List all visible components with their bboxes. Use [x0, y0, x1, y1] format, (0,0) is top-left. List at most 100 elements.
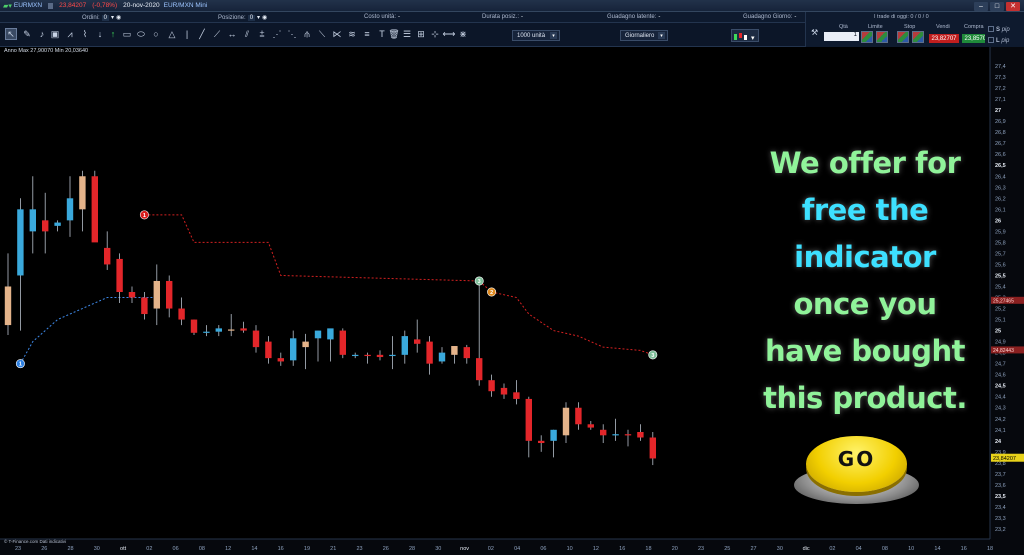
trash-icon[interactable]: 🗑: [388, 28, 400, 40]
indicator-icon[interactable]: ⌇: [79, 28, 91, 40]
position-info-row: Ordini: 0 ▾ ◉ Posizione: 0 ▾ ◉ Costo unità: - D…: [0, 12, 805, 23]
text-icon[interactable]: T: [376, 28, 388, 40]
stop-sell-button[interactable]: [912, 31, 924, 43]
period-dropdown[interactable]: Giornaliero ▾: [620, 30, 668, 41]
pen-icon[interactable]: ✎: [21, 28, 33, 40]
candle-body: [17, 209, 24, 276]
sell-arrow-icon[interactable]: ↓: [94, 28, 106, 40]
unit-cost-label: Costo unità:: [364, 14, 397, 20]
l-checkbox[interactable]: [988, 37, 994, 43]
position-dropdown-icon[interactable]: ▾: [257, 15, 260, 21]
candle-body: [376, 354, 384, 358]
crosshair-icon[interactable]: ⊹: [429, 28, 441, 40]
trendline-icon[interactable]: ╱: [196, 28, 208, 40]
screenshot-icon[interactable]: ▣: [49, 28, 61, 40]
instrument-name: EUR/MXN Mini: [163, 2, 208, 9]
x-tick-label: 23: [698, 546, 704, 552]
circle-icon[interactable]: ○: [150, 28, 162, 40]
stop-buy-button[interactable]: [897, 31, 909, 43]
day-gain-label: Guadagno Giorno:: [743, 14, 793, 20]
vertical-line-icon[interactable]: |: [181, 28, 193, 40]
s-checkbox[interactable]: [988, 26, 994, 32]
signal-marker-label: 1: [19, 362, 22, 368]
orders-dropdown-icon[interactable]: ▾: [111, 15, 114, 21]
gann-icon[interactable]: ⋱: [286, 28, 298, 40]
candle-body: [463, 347, 470, 359]
chart-lines-icon[interactable]: ⩘: [64, 28, 76, 40]
y-tick-label: 27,3: [995, 75, 1006, 81]
s-pip-row[interactable]: S pip: [988, 26, 1010, 33]
y-tick-label: 23,3: [995, 516, 1006, 522]
svg-text:▾: ▾: [751, 35, 755, 42]
x-tick-label: 28: [409, 546, 415, 552]
symbol-label[interactable]: EURMXN: [14, 2, 42, 9]
x-tick-label: 04: [856, 546, 862, 552]
x-tick-label: 10: [908, 546, 914, 552]
measure-icon[interactable]: ⟷: [443, 28, 456, 40]
minimize-icon[interactable]: –: [974, 1, 988, 11]
y-tick-label: 25,5: [995, 273, 1006, 279]
candle-body: [600, 429, 607, 436]
candle-body: [575, 407, 582, 425]
position-zero-icon[interactable]: ◉: [262, 15, 267, 21]
triangle-icon[interactable]: △: [166, 28, 178, 40]
y-tick-label: 24,4: [995, 395, 1006, 401]
channel-icon[interactable]: ⫽: [241, 28, 253, 40]
signal-marker-label: 1: [143, 213, 146, 219]
grid-lines-icon[interactable]: ≡: [361, 28, 373, 40]
go-button[interactable]: GO: [794, 430, 919, 510]
x-tick-label: 21: [330, 546, 336, 552]
units-dropdown[interactable]: 1000 unità ▾: [512, 30, 560, 41]
orders-zero-icon[interactable]: ◉: [116, 15, 121, 21]
rectangle-icon[interactable]: ▭: [121, 28, 133, 40]
sell-price-button[interactable]: 23,82707: [929, 34, 959, 43]
close-icon[interactable]: ✕: [1006, 1, 1020, 11]
s-label: S: [996, 27, 1001, 33]
x-tick-label: 30: [435, 546, 441, 552]
limit-buy-button[interactable]: [861, 31, 873, 43]
x-tick-label: 27: [751, 546, 757, 552]
candle-body: [42, 220, 49, 232]
y-tick-label: 27: [995, 108, 1001, 114]
candle-body: [414, 339, 421, 344]
orders-label: Ordini:: [82, 15, 100, 21]
quantity-input[interactable]: 1: [824, 32, 859, 41]
x-tick-label: 10: [567, 546, 573, 552]
y-tick-label: 25: [995, 329, 1001, 335]
l-pip-row[interactable]: L pip: [988, 37, 1009, 44]
position-info: Posizione: 0 ▾ ◉: [218, 14, 267, 21]
x-tick-label: 14: [934, 546, 940, 552]
pitchfork-icon[interactable]: ⫛: [301, 28, 313, 40]
bell-icon[interactable]: ♪: [36, 28, 48, 40]
y-tick-label: 26: [995, 218, 1001, 224]
buy-arrow-icon[interactable]: ↑: [107, 28, 119, 40]
candle-body: [476, 358, 483, 381]
ray-icon[interactable]: ⟋: [211, 28, 223, 40]
candle-body: [203, 331, 210, 333]
x-tick-label: 30: [94, 546, 100, 552]
maximize-icon[interactable]: □: [990, 1, 1004, 11]
horizontal-line-icon[interactable]: ↔: [226, 28, 238, 40]
x-tick-label: 20: [672, 546, 678, 552]
chart-style-button[interactable]: ▾: [731, 29, 759, 42]
cycles-icon[interactable]: ≋: [346, 28, 358, 40]
quote-date: 20-nov-2020: [123, 2, 160, 9]
wrench-icon[interactable]: ⚒: [811, 28, 818, 37]
s-pip-label: pip: [1001, 27, 1010, 33]
candle-body: [339, 330, 346, 355]
zigzag-icon[interactable]: ⋇: [457, 28, 469, 40]
levels-icon[interactable]: ☰: [401, 28, 413, 40]
ruler-icon[interactable]: ⊞: [415, 28, 427, 40]
fib-fan-icon[interactable]: ⋰: [271, 28, 283, 40]
y-tick-label: 27,1: [995, 97, 1006, 103]
speed-lines-icon[interactable]: ⋉: [331, 28, 343, 40]
regression-icon[interactable]: ⟍: [316, 28, 328, 40]
pointer-icon[interactable]: ↖: [5, 28, 17, 40]
candle-body: [314, 330, 322, 339]
x-tick-label: 26: [41, 546, 47, 552]
ellipse-icon[interactable]: ⬭: [135, 28, 147, 40]
limit-sell-button[interactable]: [876, 31, 888, 43]
app-icon[interactable]: ▰▾: [3, 2, 12, 10]
fibonacci-icon[interactable]: ⩲: [256, 28, 268, 40]
y-tick-label: 26,8: [995, 130, 1006, 136]
